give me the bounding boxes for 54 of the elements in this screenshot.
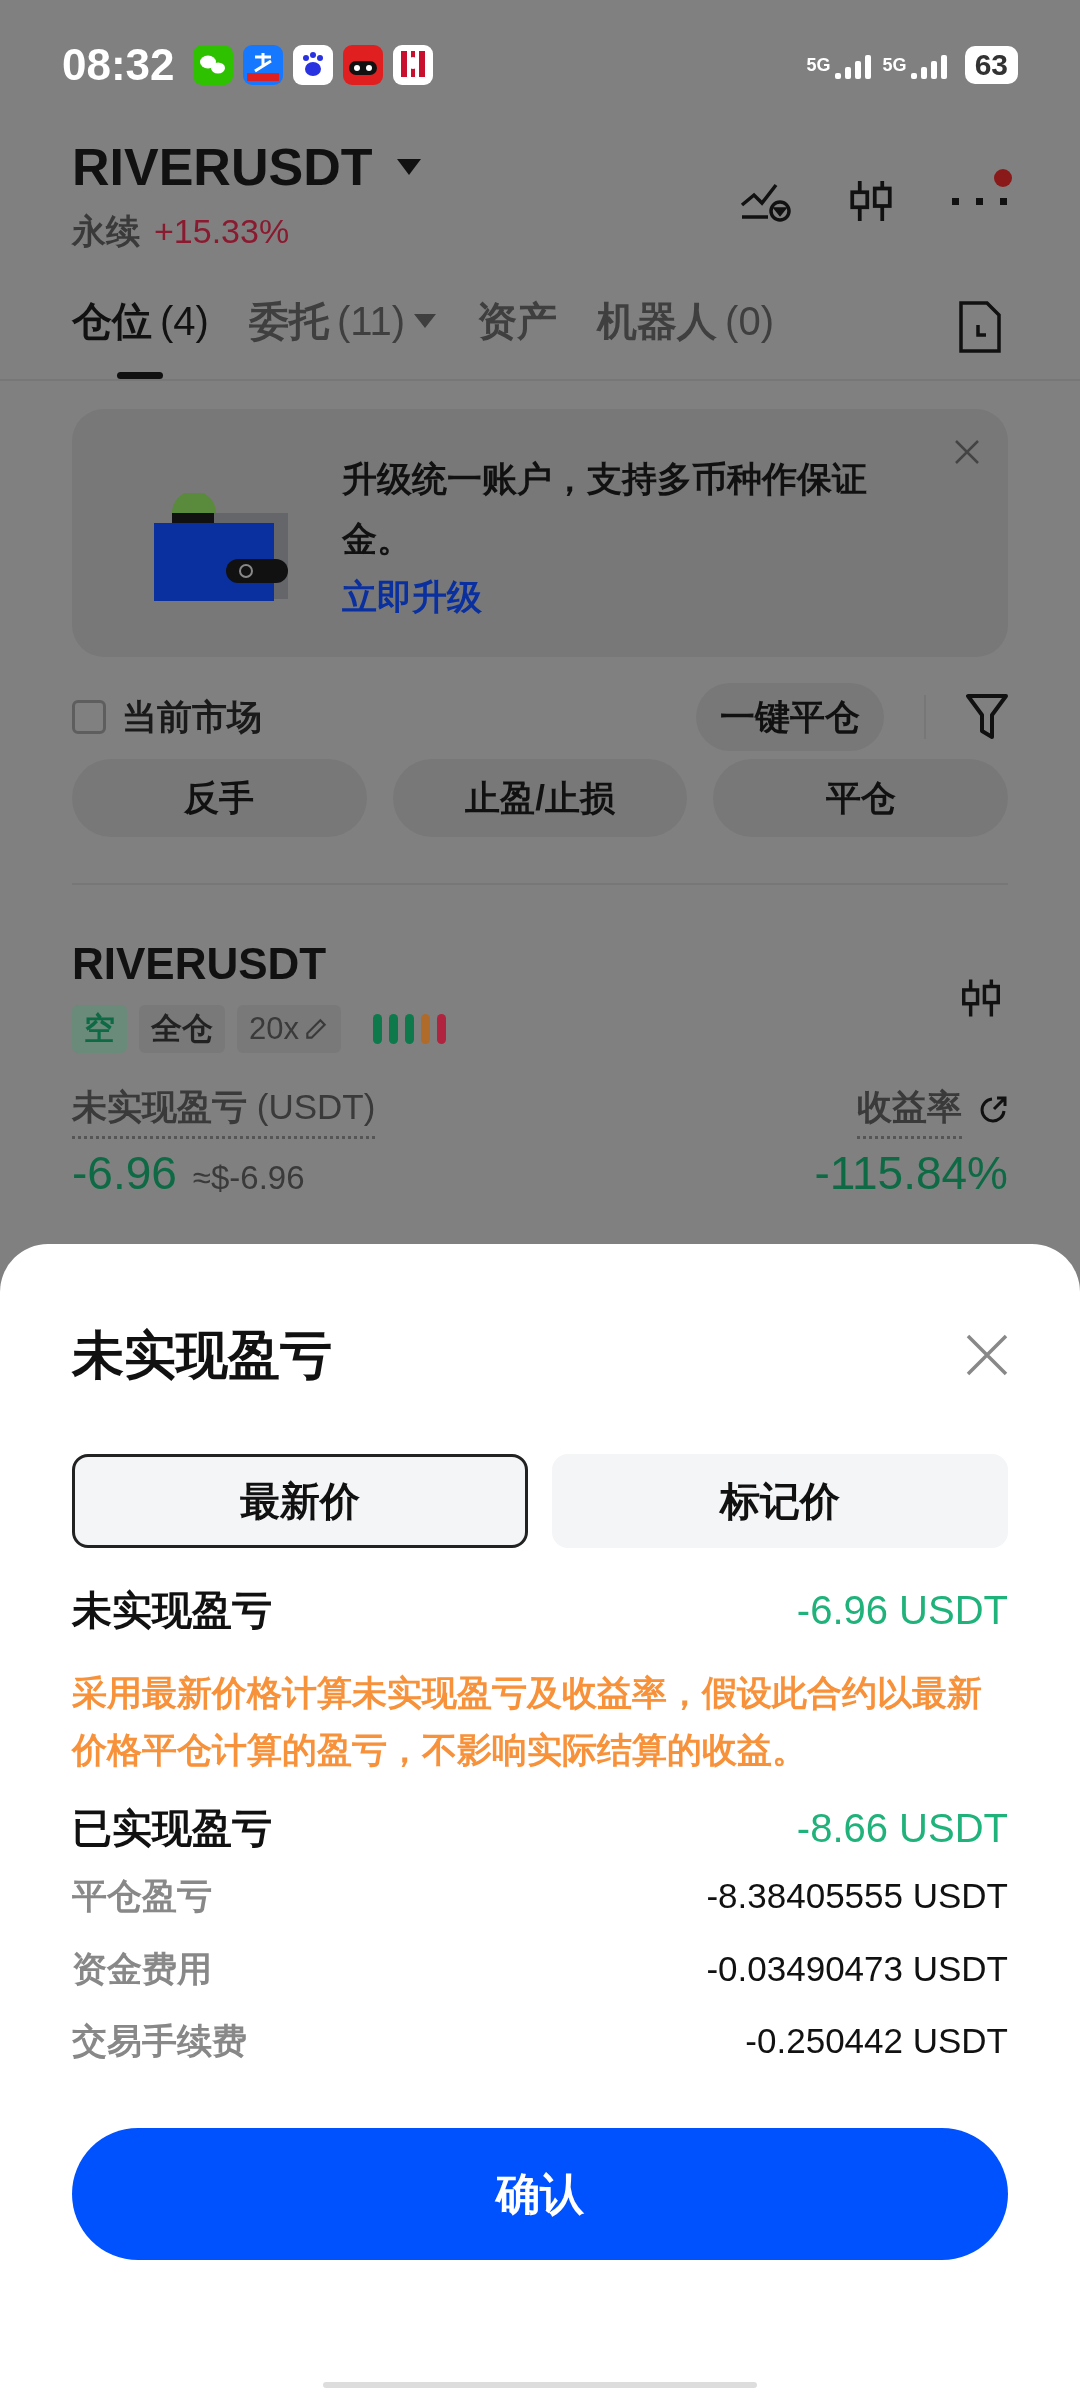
checkbox-label: 当前市场 bbox=[122, 695, 262, 738]
confirm-button[interactable]: 确认 bbox=[72, 2127, 1008, 2260]
realized-label: 已实现盈亏 bbox=[72, 1805, 272, 1852]
price-type-tab[interactable]: 最新价 bbox=[72, 1454, 528, 1548]
detail-value: -0.03490473 USDT bbox=[706, 1947, 1008, 1990]
pnl-approx: ≈$-6.96 bbox=[192, 1157, 305, 1198]
info-note: 采用最新价格计算未实现盈亏及收益率，假设此合约以最新价格平仓计算的盈亏，不影响实际结算的收益。 bbox=[72, 1672, 983, 1771]
close-icon[interactable] bbox=[966, 1334, 1008, 1376]
close-all-button[interactable]: 一键平仓 bbox=[696, 683, 884, 751]
position-tag[interactable]: 20x bbox=[237, 1005, 341, 1053]
detail-label: 资金费用 bbox=[72, 1947, 212, 1990]
price-change: +15.33% bbox=[154, 211, 290, 252]
share-icon[interactable] bbox=[978, 1094, 1008, 1125]
roe-value: -115.84% bbox=[814, 1145, 1008, 1201]
position-tab[interactable]: 机器人 (0) bbox=[597, 275, 774, 379]
detail-value: -0.250442 USDT bbox=[745, 2020, 1008, 2062]
upgrade-link[interactable]: 立即升级 bbox=[342, 569, 482, 625]
clock-time: 08:32 bbox=[62, 39, 175, 91]
symbol-title[interactable]: RIVERUSDT bbox=[72, 128, 373, 206]
chat-app-icon bbox=[192, 45, 233, 85]
pnl-label[interactable]: 未实现盈亏 (USDT) bbox=[72, 1081, 376, 1139]
market-checkbox[interactable] bbox=[72, 700, 106, 734]
position-tag: 空 bbox=[72, 1005, 127, 1053]
position-symbol[interactable]: RIVERUSDT bbox=[72, 931, 446, 997]
detail-label: 交易手续费 bbox=[72, 2020, 247, 2062]
detail-label: 平仓盈亏 bbox=[72, 1875, 212, 1917]
battery-level: 63 bbox=[964, 46, 1018, 84]
filter-icon[interactable] bbox=[966, 693, 1008, 741]
cat-app-icon bbox=[342, 45, 383, 85]
contract-type: 永续 bbox=[72, 211, 140, 252]
caret-icon bbox=[413, 313, 438, 329]
roe-label[interactable]: 收益率 bbox=[857, 1081, 962, 1139]
unrealized-label: 未实现盈亏 bbox=[72, 1587, 272, 1634]
detail-value: -8.38405555 USDT bbox=[706, 1875, 1008, 1917]
network-label: 5G bbox=[882, 53, 907, 77]
realized-value: -8.66 USDT bbox=[796, 1805, 1008, 1852]
network-label: 5G bbox=[806, 53, 831, 77]
banner-message: 升级统一账户，支持多币种作保证金。 bbox=[342, 458, 868, 560]
position-tag: 全仓 bbox=[139, 1005, 225, 1053]
position-tab[interactable]: 资产 bbox=[477, 275, 558, 379]
action-button[interactable]: 止盈/止损 bbox=[392, 759, 688, 837]
position-tab[interactable]: 仓位 (4) bbox=[72, 275, 209, 379]
pencil-icon bbox=[303, 1016, 329, 1042]
position-tab[interactable]: 委托 (11) bbox=[248, 275, 438, 379]
pnl-value: -6.96 bbox=[72, 1145, 177, 1201]
paw-app-icon bbox=[292, 45, 333, 85]
unrealized-value: -6.96 USDT bbox=[796, 1587, 1008, 1634]
sheet-title: 未实现盈亏 bbox=[72, 1325, 332, 1386]
caret-icon[interactable] bbox=[396, 158, 423, 176]
price-type-tab[interactable]: 标记价 bbox=[552, 1454, 1008, 1548]
action-button[interactable]: 平仓 bbox=[713, 759, 1008, 837]
action-button[interactable]: 反手 bbox=[72, 759, 367, 837]
more-icon[interactable] bbox=[950, 195, 1008, 207]
history-icon[interactable] bbox=[958, 300, 1002, 354]
